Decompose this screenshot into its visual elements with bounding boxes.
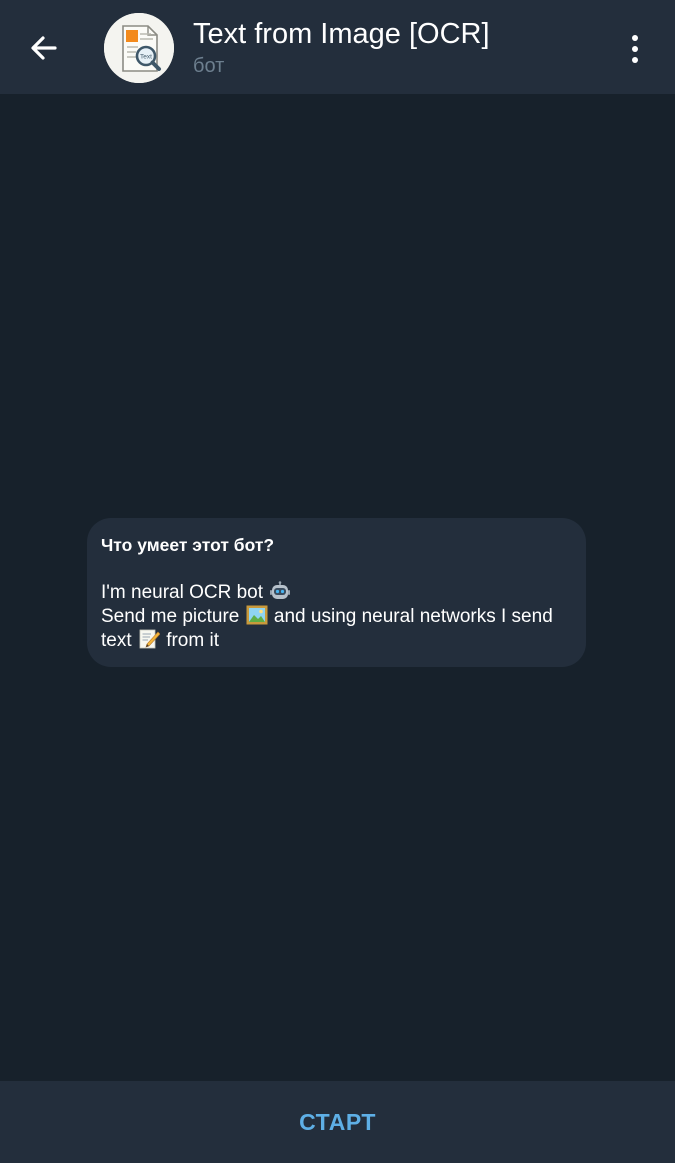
bot-intro-line-1: I'm neural OCR bot: [101, 581, 572, 605]
menu-dot: [632, 35, 638, 41]
bot-intro-line-3-prefix: text: [101, 630, 132, 651]
start-button[interactable]: СТАРТ: [0, 1081, 675, 1163]
document-magnifier-icon: Text: [104, 13, 174, 83]
back-button[interactable]: [20, 26, 68, 70]
chat-title[interactable]: Text from Image [OCR]: [193, 15, 490, 53]
framed-picture-emoji: [246, 605, 268, 625]
bot-intro-heading: Что умеет этот бот?: [101, 535, 275, 555]
chat-header: Text Text from Image [OCR] бот: [0, 0, 675, 94]
start-button-label: СТАРТ: [299, 1108, 376, 1135]
avatar-badge-text: Text: [140, 54, 152, 61]
more-vertical-icon[interactable]: [614, 27, 656, 71]
memo-emoji: [139, 629, 160, 649]
menu-dot: [632, 46, 638, 52]
menu-dot: [632, 57, 638, 63]
robot-face-emoji: [270, 581, 291, 599]
bot-avatar[interactable]: Text: [104, 13, 174, 83]
arrow-left-icon: [31, 36, 57, 60]
bot-intro-line-3-suffix: from it: [166, 630, 219, 651]
bot-intro-line-1-text: I'm neural OCR bot: [101, 582, 264, 603]
bot-intro-message: Что умеет этот бот? I'm neural OCR bot S…: [87, 518, 586, 667]
bot-intro-line-2: Send me picture and using neural network…: [101, 605, 572, 629]
bot-intro-line-2-suffix: and using neural networks I send: [273, 606, 553, 627]
chat-area: Что умеет этот бот? I'm neural OCR bot S…: [0, 94, 675, 1081]
bot-intro-line-2-prefix: Send me picture: [101, 606, 240, 627]
bot-intro-line-3: text from it: [101, 629, 572, 653]
chat-subtitle: бот: [193, 55, 225, 77]
telegram-bot-chat-screen: Text Text from Image [OCR] бот Что умеет…: [0, 0, 675, 1163]
